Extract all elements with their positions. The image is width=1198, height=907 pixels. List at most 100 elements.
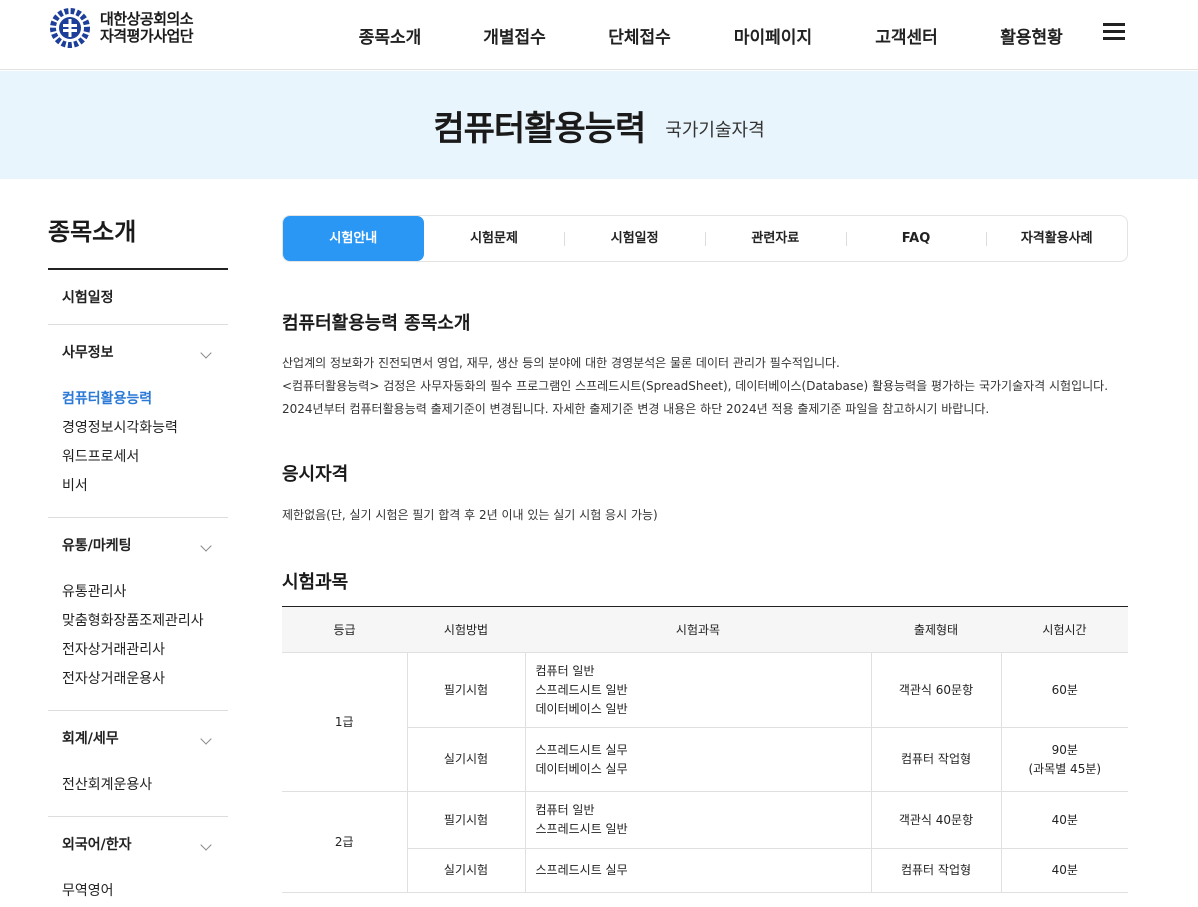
subject-item: 컴퓨터 일반 — [535, 803, 595, 817]
subject-cell: 스프레드시트 실무 데이터베이스 실무 — [524, 727, 871, 792]
time-note: (과목별 45분) — [1028, 761, 1102, 776]
sidebar-item-trade-english[interactable]: 무역영어 — [48, 877, 228, 906]
intro-line: 산업계의 정보화가 진전되면서 영업, 재무, 생산 등의 분야에 대한 경영분… — [282, 356, 840, 370]
sidebar-item-accounting[interactable]: 전산회계운용사 — [48, 771, 228, 800]
sidebar-item-distribution[interactable]: 유통관리사 — [48, 578, 228, 607]
subject-item: 스프레드시트 실무 — [535, 863, 628, 877]
tab-use-cases[interactable]: 자격활용사례 — [986, 216, 1127, 261]
subject-item: 컴퓨터 일반 — [535, 663, 595, 678]
table-header-cell: 등급 — [282, 606, 407, 653]
qualification-text: 제한없음(단, 실기 시험은 필기 합격 후 2년 이내 있는 실기 시험 응시… — [282, 508, 658, 522]
logo-line-2: 자격평가사업단 — [100, 27, 194, 45]
format-cell: 객관식 40문항 — [870, 791, 1001, 849]
site-header: 대한상공회의소 자격평가사업단 종목소개 개별접수 단체접수 마이페이지 고객센… — [0, 0, 1198, 70]
page-subtitle: 국가기술자격 — [665, 120, 765, 141]
table-row: 1급 필기시험 컴퓨터 일반 스프레드시트 일반 데이터베이스 일반 객관식 6… — [282, 652, 1128, 792]
table-header-cell: 시험방법 — [407, 606, 525, 653]
nav-item-intro[interactable]: 종목소개 — [328, 23, 452, 48]
grade-cell: 1급 — [282, 652, 407, 792]
grade-cell: 2급 — [282, 791, 407, 893]
sidebar-group-label: 유통/마케팅 — [62, 538, 132, 554]
nav-item-mypage[interactable]: 마이페이지 — [702, 23, 844, 48]
intro-line: 2024년부터 컴퓨터활용능력 출제기준이 변경됩니다. 자세한 출제기준 변경… — [282, 402, 990, 416]
time-value: 40분 — [1051, 863, 1078, 877]
subject-item: 데이터베이스 실무 — [535, 761, 628, 776]
nav-item-usage[interactable]: 활용현황 — [969, 23, 1094, 48]
chamber-logo-icon — [50, 8, 90, 48]
table-row: 실기시험 스프레드시트 실무 데이터베이스 실무 컴퓨터 작업형 90분 (과목… — [282, 727, 1128, 792]
sidebar-item-schedule[interactable]: 시험일정 — [48, 270, 228, 325]
sidebar-title: 종목소개 — [48, 212, 228, 270]
subject-cell: 스프레드시트 실무 — [524, 848, 871, 893]
sidebar-group-toggle[interactable]: 사무정보 — [48, 325, 228, 381]
time-value: 60분 — [1051, 682, 1078, 697]
chevron-down-icon — [200, 733, 212, 745]
method-cell: 실기시험 — [406, 848, 525, 893]
section-heading: 시험과목 — [282, 572, 349, 593]
nav-item-group[interactable]: 단체접수 — [577, 23, 702, 48]
method-cell: 필기시험 — [406, 652, 525, 728]
intro-section: 컴퓨터활용능력 종목소개 산업계의 정보화가 진전되면서 영업, 재무, 생산 … — [282, 309, 1128, 421]
table-row: 실기시험 스프레드시트 실무 컴퓨터 작업형 40분 — [282, 848, 1128, 893]
sidebar: 종목소개 시험일정 사무정보 컴퓨터활용능력 경영정보시각화능력 워드프로세서 … — [48, 212, 228, 907]
chevron-down-icon — [200, 839, 212, 851]
tab-faq[interactable]: FAQ — [845, 216, 987, 261]
sidebar-item-computer[interactable]: 컴퓨터활용능력 — [48, 385, 228, 414]
chevron-down-icon — [200, 540, 212, 552]
method-cell: 실기시험 — [406, 727, 525, 792]
exam-subjects-table: 등급 시험방법 시험과목 출제형태 시험시간 1급 필기시험 컴퓨터 일반 스프… — [282, 606, 1128, 893]
content-tabs: 시험안내 시험문제 시험일정 관련자료 FAQ 자격활용사례 — [282, 215, 1128, 262]
table-row: 2급 필기시험 컴퓨터 일반 스프레드시트 일반 객관식 40문항 40분 — [282, 791, 1128, 893]
subject-item: 스프레드시트 실무 — [535, 742, 628, 757]
subject-item: 스프레드시트 일반 — [535, 682, 628, 697]
sidebar-group-marketing: 유통/마케팅 유통관리사 맞춤형화장품조제관리사 전자상거래관리사 전자상거래운… — [48, 518, 228, 711]
tab-exam-schedule[interactable]: 시험일정 — [564, 216, 705, 261]
section-heading: 컴퓨터활용능력 종목소개 — [282, 313, 471, 334]
time-cell: 90분 (과목별 45분) — [1000, 727, 1128, 792]
main-nav: 종목소개 개별접수 단체접수 마이페이지 고객센터 활용현황 — [328, 0, 1094, 70]
tab-exam-questions[interactable]: 시험문제 — [424, 216, 565, 261]
time-value: 40분 — [1051, 812, 1078, 827]
subjects-section: 시험과목 — [282, 568, 1128, 594]
format-cell: 컴퓨터 작업형 — [870, 848, 1001, 893]
sidebar-group-toggle[interactable]: 회계/세무 — [48, 711, 228, 767]
sidebar-item-bizinfo[interactable]: 경영정보시각화능력 — [48, 414, 228, 443]
sidebar-item-ecommerce-operator[interactable]: 전자상거래운용사 — [48, 665, 228, 694]
sidebar-item-cosmetics[interactable]: 맞춤형화장품조제관리사 — [48, 607, 228, 636]
subject-item: 스프레드시트 일반 — [535, 822, 628, 836]
subject-cell: 컴퓨터 일반 스프레드시트 일반 데이터베이스 일반 — [524, 652, 871, 728]
sidebar-item-word[interactable]: 워드프로세서 — [48, 443, 228, 472]
table-header-cell: 시험시간 — [1001, 606, 1128, 653]
table-header-cell: 시험과목 — [525, 606, 871, 653]
nav-item-support[interactable]: 고객센터 — [844, 23, 969, 48]
nav-item-individual[interactable]: 개별접수 — [452, 23, 577, 48]
hamburger-menu-icon[interactable] — [1103, 23, 1125, 41]
time-value: 90분 — [1051, 742, 1078, 757]
tab-materials[interactable]: 관련자료 — [705, 216, 846, 261]
sidebar-item-secretary[interactable]: 비서 — [48, 472, 228, 501]
qualification-section: 응시자격 제한없음(단, 실기 시험은 필기 합격 후 2년 이내 있는 실기 … — [282, 460, 1128, 527]
logo-line-1: 대한상공회의소 — [100, 10, 194, 28]
subject-cell: 컴퓨터 일반 스프레드시트 일반 — [524, 791, 871, 849]
sidebar-group-toggle[interactable]: 유통/마케팅 — [48, 518, 228, 574]
time-cell: 40분 — [1000, 791, 1128, 849]
intro-line: <컴퓨터활용능력> 검정은 사무자동화의 필수 프로그램인 스프레드시트(Spr… — [282, 379, 1109, 393]
sidebar-group-label: 회계/세무 — [62, 731, 119, 747]
chevron-down-icon — [200, 347, 212, 359]
page-banner: 컴퓨터활용능력 국가기술자격 — [0, 71, 1198, 179]
sidebar-group-toggle[interactable]: 외국어/한자 — [48, 817, 228, 873]
time-cell: 60분 — [1000, 652, 1128, 728]
sidebar-item-ecommerce-manager[interactable]: 전자상거래관리사 — [48, 636, 228, 665]
format-cell: 컴퓨터 작업형 — [870, 727, 1001, 792]
sidebar-group-language: 외국어/한자 무역영어 — [48, 817, 228, 907]
tab-exam-guide[interactable]: 시험안내 — [283, 216, 424, 261]
format-cell: 객관식 60문항 — [870, 652, 1001, 728]
subject-item: 데이터베이스 일반 — [535, 701, 628, 716]
sidebar-group-label: 외국어/한자 — [62, 837, 132, 853]
sidebar-group-label: 사무정보 — [62, 345, 114, 361]
method-cell: 필기시험 — [406, 791, 525, 849]
section-heading: 응시자격 — [282, 464, 349, 485]
page-title: 컴퓨터활용능력 — [433, 108, 646, 149]
site-logo[interactable]: 대한상공회의소 자격평가사업단 — [48, 8, 194, 48]
sidebar-group-office: 사무정보 컴퓨터활용능력 경영정보시각화능력 워드프로세서 비서 — [48, 325, 228, 518]
